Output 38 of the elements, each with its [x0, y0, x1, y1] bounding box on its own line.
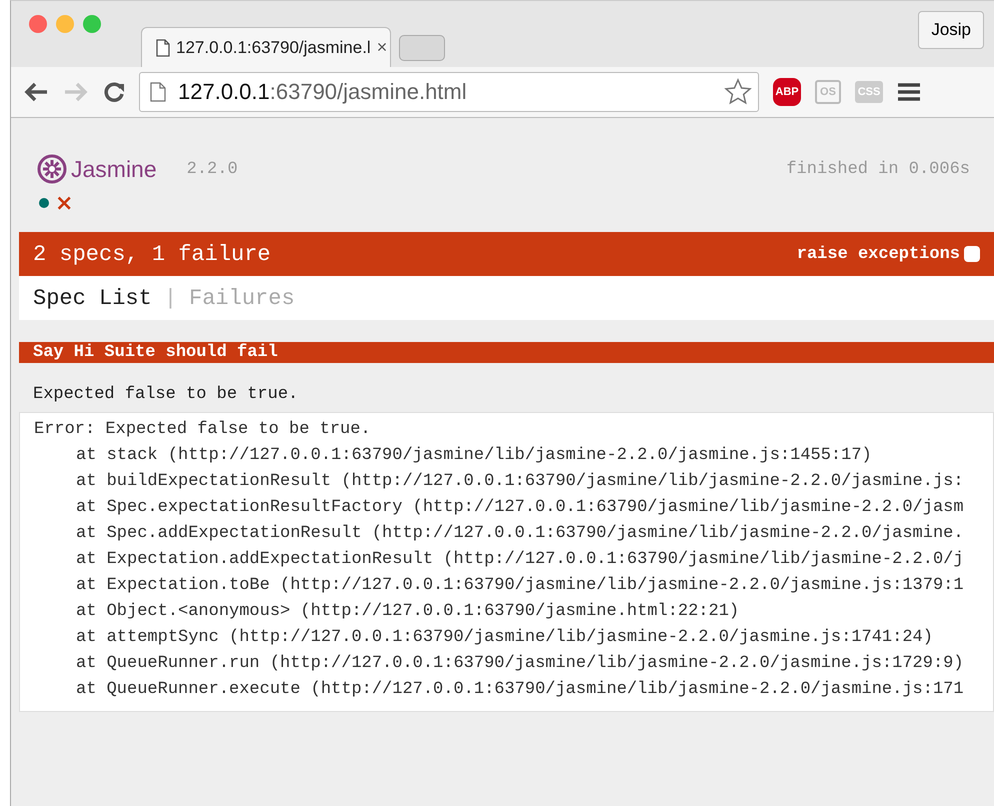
stack-trace-line: at buildExpectationResult (http://127.0.0.1:63790/jasmine/lib/jasmine-2.2.0/jasmine.js: [75, 471, 965, 493]
stack-trace-line: at QueueRunner.execute (http://127.0.0.1:63790/jasmine/lib/jasmine-2.2.0/jasmine.js:171 [75, 679, 965, 701]
star-icon[interactable] [724, 78, 752, 106]
passed-spec-dot [39, 198, 49, 208]
summary-text: 2 specs, 1 failure [33, 242, 271, 266]
raise-exceptions-label: raise exceptions [796, 244, 960, 264]
stack-trace-line: at Object.<anonymous> (http://127.0.0.1:63790/jasmine.html:22:21) [75, 601, 740, 623]
close-window-icon[interactable] [29, 15, 47, 33]
brand-name: Jasmine [71, 156, 157, 182]
flower-logo-icon [37, 154, 67, 184]
stack-trace-line: at attemptSync (http://127.0.0.1:63790/jasmine/lib/jasmine-2.2.0/jasmine.js:1741:24) [75, 627, 934, 649]
failed-spec-mark: × [55, 190, 74, 216]
browser-tab[interactable]: 127.0.0.1:63790/jasmine.l × [141, 27, 391, 67]
raise-exceptions-checkbox[interactable] [964, 246, 980, 262]
address-bar[interactable]: 127.0.0.1:63790/jasmine.html [139, 72, 759, 112]
stack-trace-line: at QueueRunner.run (http://127.0.0.1:63790/jasmine/lib/jasmine-2.2.0/jasmine.js:1729:9) [75, 653, 965, 675]
failure-title: Say Hi Suite should fail [19, 342, 994, 363]
reload-icon[interactable] [103, 81, 125, 103]
stack-trace-line: at Spec.addExpectationResult (http://127.0.0.1:63790/jasmine/lib/jasmine-2.2.0/jasmine. [75, 523, 965, 545]
page-icon [156, 38, 170, 56]
tab-close-button[interactable]: × [376, 37, 388, 58]
stop-sign-extension-icon[interactable]: ABP [773, 78, 801, 106]
stack-trace-line: at stack (http://127.0.0.1:63790/jasmine/lib/jasmine-2.2.0/jasmine.js:1455:17) [75, 445, 873, 467]
stack-trace-line: at Expectation.addExpectationResult (http://127.0.0.1:63790/jasmine/lib/jasmine-2.2.0/j [75, 549, 965, 571]
url-text: 127.0.0.1:63790/jasmine.html [178, 79, 467, 105]
failure-message: Expected false to be true. [32, 384, 300, 406]
back-icon[interactable] [23, 81, 49, 103]
page-icon [150, 82, 166, 102]
stack-trace-line: at Expectation.toBe (http://127.0.0.1:63790/jasmine/lib/jasmine-2.2.0/jasmine.js:1379:1 [75, 575, 965, 597]
menu-link[interactable]: Spec List [33, 286, 152, 310]
duration-text: finished in 0.006s [786, 160, 970, 178]
tab-title: 127.0.0.1:63790/jasmine.l [176, 38, 371, 58]
menu-icon[interactable] [897, 82, 921, 102]
stack-trace-line: at Spec.expectationResultFactory (http://127.0.0.1:63790/jasmine/lib/jasmine-2.2.0/jasm [75, 497, 965, 519]
version-text: 2.2.0 [186, 160, 238, 178]
profile-button[interactable]: Josip [918, 11, 984, 49]
stack-trace-line: Error: Expected false to be true. [34, 419, 372, 441]
menu-separator: | [164, 286, 178, 310]
